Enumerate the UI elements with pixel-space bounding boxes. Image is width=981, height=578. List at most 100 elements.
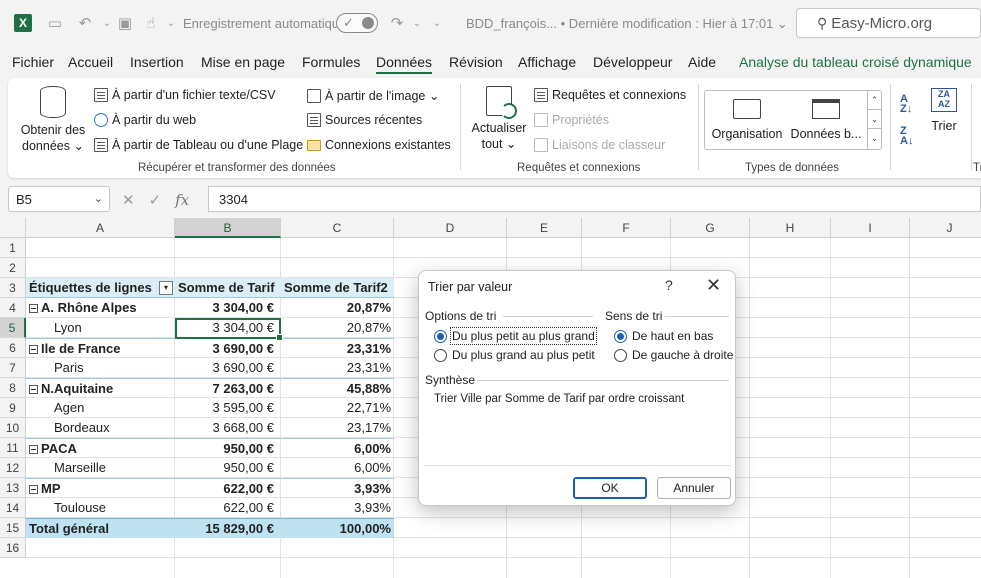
column-header-e[interactable]: E (507, 218, 582, 238)
pivot-cell-tarif[interactable]: 950,00 € (175, 458, 281, 478)
pivot-cell-pct[interactable]: 45,88% (281, 379, 394, 399)
enter-icon[interactable]: ✓ (149, 191, 162, 209)
pivot-row-label[interactable]: Lyon (26, 318, 175, 338)
pivot-row-region[interactable]: MP 622,00 € 3,93% (26, 478, 394, 498)
column-header-d[interactable]: D (394, 218, 507, 238)
touch-mode-icon[interactable]: ☝ (142, 14, 160, 32)
pivot-cell-tarif[interactable]: 950,00 € (175, 439, 281, 459)
pivot-row-label[interactable]: MP (26, 479, 175, 499)
pivot-cell-pct[interactable]: 3,93% (281, 479, 394, 499)
column-header-j[interactable]: J (910, 218, 981, 238)
name-box[interactable]: B5 ⌄ (8, 186, 110, 212)
pivot-cell-pct[interactable]: 23,31% (281, 358, 394, 378)
tab-pivot-analyze[interactable]: Analyse du tableau croisé dynamique (739, 54, 972, 70)
pivot-cell-tarif[interactable]: 3 690,00 € (175, 339, 281, 359)
pivot-cell-pct[interactable]: 6,00% (281, 439, 394, 459)
pivot-row-label[interactable]: Bordeaux (26, 418, 175, 438)
sort-button[interactable]: ZA AZ Trier (926, 88, 962, 134)
column-header-h[interactable]: H (750, 218, 831, 238)
organisation-button[interactable]: Organisation (711, 99, 783, 141)
pivot-cell-pct[interactable]: 6,00% (281, 458, 394, 478)
pivot-total-tarif[interactable]: 15 829,00 € (175, 519, 281, 539)
column-header-c[interactable]: C (281, 218, 394, 238)
collapse-icon[interactable] (29, 485, 38, 494)
pivot-row-label[interactable]: N.Aquitaine (26, 379, 175, 399)
from-image-button[interactable]: À partir de l'image ⌄ (307, 88, 439, 103)
pivot-cell-pct[interactable]: 23,31% (281, 339, 394, 359)
autosave-toggle[interactable]: ✓ (336, 13, 378, 33)
tab-aide[interactable]: Aide (688, 54, 716, 70)
row-header-16[interactable]: 16 (0, 538, 26, 558)
column-header-a[interactable]: A (26, 218, 175, 238)
more-icon[interactable]: ⌄ (868, 129, 881, 148)
pivot-row-label[interactable]: Ile de France (26, 339, 175, 359)
row-header-5[interactable]: 5 (0, 318, 26, 338)
data-b-button[interactable]: Données b... (787, 99, 865, 141)
row-header-8[interactable]: 8 (0, 378, 26, 398)
undo-dropdown-icon[interactable]: ⌄ (98, 14, 116, 32)
pivot-row-city[interactable]: Paris 3 690,00 € 23,31% (26, 358, 394, 378)
row-header-10[interactable]: 10 (0, 418, 26, 438)
pivot-row-city[interactable]: Bordeaux 3 668,00 € 23,17% (26, 418, 394, 438)
column-header-f[interactable]: F (582, 218, 671, 238)
pivot-total-row[interactable]: Total général 15 829,00 € 100,00% (26, 518, 394, 538)
row-header-2[interactable]: 2 (0, 258, 26, 278)
column-header-g[interactable]: G (671, 218, 750, 238)
tab-insertion[interactable]: Insertion (130, 54, 184, 70)
undo-icon[interactable]: ↶ (76, 14, 94, 32)
redo-dropdown-icon[interactable]: ⌄ (408, 14, 426, 32)
column-header-i[interactable]: I (831, 218, 910, 238)
pivot-cell-tarif[interactable]: 3 690,00 € (175, 358, 281, 378)
radio-ascending[interactable]: Du plus petit au plus grand (434, 327, 597, 345)
sort-ascending-icon[interactable]: A Z↓ (900, 94, 912, 115)
pivot-header-sum-tarif2[interactable]: Somme de Tarif2 (281, 278, 394, 298)
pivot-cell-pct[interactable]: 20,87% (281, 318, 394, 338)
pivot-total-label[interactable]: Total général (26, 519, 175, 539)
edit-links-button[interactable]: Liaisons de classeur (534, 138, 665, 152)
cancel-button[interactable]: Annuler (657, 477, 731, 499)
row-header-6[interactable]: 6 (0, 338, 26, 358)
radio-left-to-right[interactable]: De gauche à droite (614, 348, 733, 362)
pivot-row-region[interactable]: Ile de France 3 690,00 € 23,31% (26, 338, 394, 358)
quick-access-dropdown-icon[interactable]: ⌄ (428, 14, 446, 32)
ok-button[interactable]: OK (573, 477, 647, 499)
tab-mise-en-page[interactable]: Mise en page (201, 54, 285, 70)
get-data-button[interactable]: Obtenir des données ⌄ (18, 86, 88, 154)
column-header-b[interactable]: B (175, 218, 281, 238)
pivot-header-sum-tarif[interactable]: Somme de Tarif (175, 278, 281, 298)
pivot-row-label[interactable]: Paris (26, 358, 175, 378)
pivot-cell-tarif[interactable]: 3 595,00 € (175, 398, 281, 418)
pivot-row-label[interactable]: Toulouse (26, 498, 175, 518)
tab-developpeur[interactable]: Développeur (593, 54, 672, 70)
pivot-row-label[interactable]: Agen (26, 398, 175, 418)
tab-formules[interactable]: Formules (302, 54, 360, 70)
insert-function-icon[interactable]: fx (175, 191, 189, 209)
pivot-cell-tarif[interactable]: 3 668,00 € (175, 418, 281, 438)
formula-input[interactable]: 3304 (208, 186, 981, 212)
pivot-row-region[interactable]: PACA 950,00 € 6,00% (26, 438, 394, 458)
row-header-7[interactable]: 7 (0, 358, 26, 378)
pivot-row-city[interactable]: Marseille 950,00 € 6,00% (26, 458, 394, 478)
row-header-1[interactable]: 1 (0, 238, 26, 258)
pivot-total-pct[interactable]: 100,00% (281, 519, 394, 539)
pivot-cell-pct[interactable]: 20,87% (281, 298, 394, 318)
save-icon[interactable]: ▭ (46, 14, 64, 32)
tab-accueil[interactable]: Accueil (68, 54, 113, 70)
chevron-up-icon[interactable]: ⌃ (868, 91, 881, 110)
row-header-3[interactable]: 3 (0, 278, 26, 298)
pivot-cell-pct[interactable]: 22,71% (281, 398, 394, 418)
tab-affichage[interactable]: Affichage (518, 54, 576, 70)
chevron-down-icon[interactable]: ⌄ (868, 110, 881, 129)
pivot-row-label[interactable]: Marseille (26, 458, 175, 478)
row-header-15[interactable]: 15 (0, 518, 26, 538)
from-web-button[interactable]: À partir du web (94, 113, 196, 127)
refresh-all-button[interactable]: Actualiser tout ⌄ (468, 86, 530, 152)
pivot-cell-tarif[interactable]: 3 304,00 € (175, 298, 281, 318)
row-header-9[interactable]: 9 (0, 398, 26, 418)
row-header-11[interactable]: 11 (0, 438, 26, 458)
collapse-icon[interactable] (29, 345, 38, 354)
queries-connections-button[interactable]: Requêtes et connexions (534, 88, 686, 102)
pivot-cell-tarif[interactable]: 7 263,00 € (175, 379, 281, 399)
pivot-cell-tarif[interactable]: 3 304,00 € (175, 318, 281, 338)
help-icon[interactable]: ? (665, 277, 673, 293)
